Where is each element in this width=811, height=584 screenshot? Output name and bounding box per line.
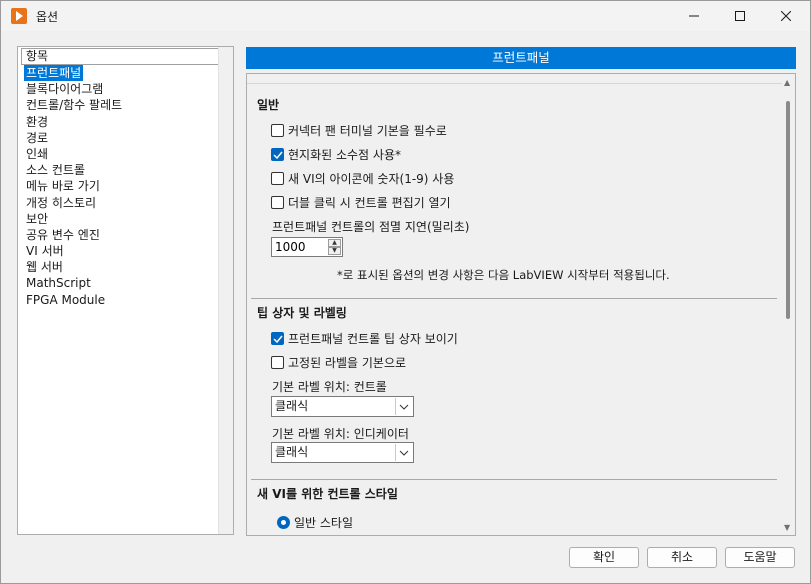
checkmark-icon [273,335,283,343]
panel-title: 프런트패널 [246,47,796,69]
radio-label: 일반 스타일 [294,516,354,530]
chevron-down-icon[interactable] [395,444,412,461]
blink-delay-input[interactable]: ▲ ▼ [271,237,343,257]
sidebar-item-palettes[interactable]: 컨트롤/함수 팔레트 [24,97,124,113]
sidebar-item-front-panel[interactable]: 프런트패널 [24,65,84,82]
scroll-up-icon[interactable]: ▲ [784,78,790,87]
section-title-general: 일반 [257,98,280,112]
checkbox-label: 프런트패널 컨트롤 팁 상자 보이기 [288,331,458,346]
sidebar-item-menu-shortcuts[interactable]: 메뉴 바로 가기 [24,178,124,194]
sidebar-item-paths[interactable]: 경로 [24,130,124,146]
ok-button[interactable]: 확인 [569,547,639,568]
sidebar-item-revision-history[interactable]: 개정 히스토리 [24,195,124,211]
options-dialog: 옵션 항목 프런트패널 블록다이어그램 컨트롤/함수 팔레트 환경 경로 인쇄 … [0,0,811,584]
sidebar-item-environment[interactable]: 환경 [24,114,124,130]
category-list-header: 항목 [21,48,219,65]
cancel-button[interactable]: 취소 [647,547,717,568]
spin-up-icon[interactable]: ▲ [328,239,341,247]
checkbox-label: 새 VI의 아이콘에 숫자(1-9) 사용 [288,171,455,186]
restart-note: *로 표시된 옵션의 변경 사항은 다음 LabVIEW 시작부터 적용됩니다. [337,268,670,282]
close-icon [781,11,791,21]
panel-scrollbar[interactable]: ▲ ▼ [782,74,795,535]
checkbox[interactable] [271,331,284,345]
settings-content: 일반 커넥터 팬 터미널 기본을 필수로 현지화된 소수점 사용* 새 VI의 … [247,74,782,535]
minimize-icon [689,15,699,17]
checkbox[interactable] [271,355,284,369]
control-label-position-select[interactable]: 클래식 [271,396,414,417]
sidebar-item-web-server[interactable]: 웹 서버 [24,259,124,275]
control-label-position-label: 기본 라벨 위치: 컨트롤 [272,380,387,394]
checkbox-label: 현지화된 소수점 사용* [288,147,401,162]
content-top-divider [247,83,782,84]
checkbox[interactable] [271,147,284,161]
blink-delay-spinner[interactable]: ▲ ▼ [328,239,341,256]
indicator-label-position-label: 기본 라벨 위치: 인디케이터 [272,427,409,441]
title-bar: 옵션 [1,1,810,31]
indicator-label-position-select[interactable]: 클래식 [271,442,414,463]
checkbox-label: 커넥터 팬 터미널 기본을 필수로 [288,123,447,138]
blink-delay-label: 프런트패널 컨트롤의 점멸 지연(밀리초) [272,220,470,234]
sidebar-item-security[interactable]: 보안 [24,211,124,227]
option-icon-numbers[interactable]: 새 VI의 아이콘에 숫자(1-9) 사용 [271,170,454,186]
sidebar-item-source-control[interactable]: 소스 컨트롤 [24,162,124,178]
settings-panel: 일반 커넥터 팬 터미널 기본을 필수로 현지화된 소수점 사용* 새 VI의 … [246,73,796,536]
checkbox[interactable] [271,171,284,185]
labview-app-icon [11,8,27,24]
checkbox[interactable] [271,123,284,137]
minimize-button[interactable] [671,1,717,31]
maximize-button[interactable] [717,1,763,31]
checkbox-label: 더블 클릭 시 컨트롤 편집기 열기 [288,195,451,210]
category-list-scrollbar[interactable] [218,47,233,534]
close-button[interactable] [763,1,809,31]
select-value: 클래식 [275,445,309,459]
sidebar-item-vi-server[interactable]: VI 서버 [24,243,124,259]
option-locked-labels[interactable]: 고정된 라벨을 기본으로 [271,354,406,370]
checkbox-label: 고정된 라벨을 기본으로 [288,355,407,370]
checkbox[interactable] [271,195,284,209]
checkmark-icon [273,151,283,159]
section-divider [251,298,777,299]
section-title-tips: 팁 상자 및 라벨링 [257,306,347,320]
option-connector-pane-required[interactable]: 커넥터 팬 터미널 기본을 필수로 [271,122,447,138]
spin-down-icon[interactable]: ▼ [328,247,341,255]
sidebar-item-shared-variable-engine[interactable]: 공유 변수 엔진 [24,227,124,243]
section-divider [251,479,777,480]
select-value: 클래식 [275,399,309,413]
option-normal-style[interactable]: 일반 스타일 [277,514,353,531]
window-title: 옵션 [36,10,59,24]
chevron-down-icon[interactable] [395,398,412,415]
sidebar-item-mathscript[interactable]: MathScript [24,275,124,291]
option-double-click-editor[interactable]: 더블 클릭 시 컨트롤 편집기 열기 [271,194,451,210]
category-items: 프런트패널 블록다이어그램 컨트롤/함수 팔레트 환경 경로 인쇄 소스 컨트롤… [24,65,124,308]
section-title-control-style: 새 VI를 위한 컨트롤 스타일 [257,487,398,501]
sidebar-item-printing[interactable]: 인쇄 [24,146,124,162]
scroll-thumb[interactable] [786,101,790,319]
category-list[interactable]: 항목 프런트패널 블록다이어그램 컨트롤/함수 팔레트 환경 경로 인쇄 소스 … [17,46,234,535]
radio-button[interactable] [277,516,290,529]
option-show-tip-strips[interactable]: 프런트패널 컨트롤 팁 상자 보이기 [271,330,458,346]
sidebar-item-fpga-module[interactable]: FPGA Module [24,292,124,308]
sidebar-item-block-diagram[interactable]: 블록다이어그램 [24,81,124,97]
option-localized-decimal[interactable]: 현지화된 소수점 사용* [271,146,401,162]
help-button[interactable]: 도움말 [725,547,795,568]
blink-delay-field[interactable] [272,238,324,256]
scroll-down-icon[interactable]: ▼ [784,523,790,532]
maximize-icon [735,11,745,21]
